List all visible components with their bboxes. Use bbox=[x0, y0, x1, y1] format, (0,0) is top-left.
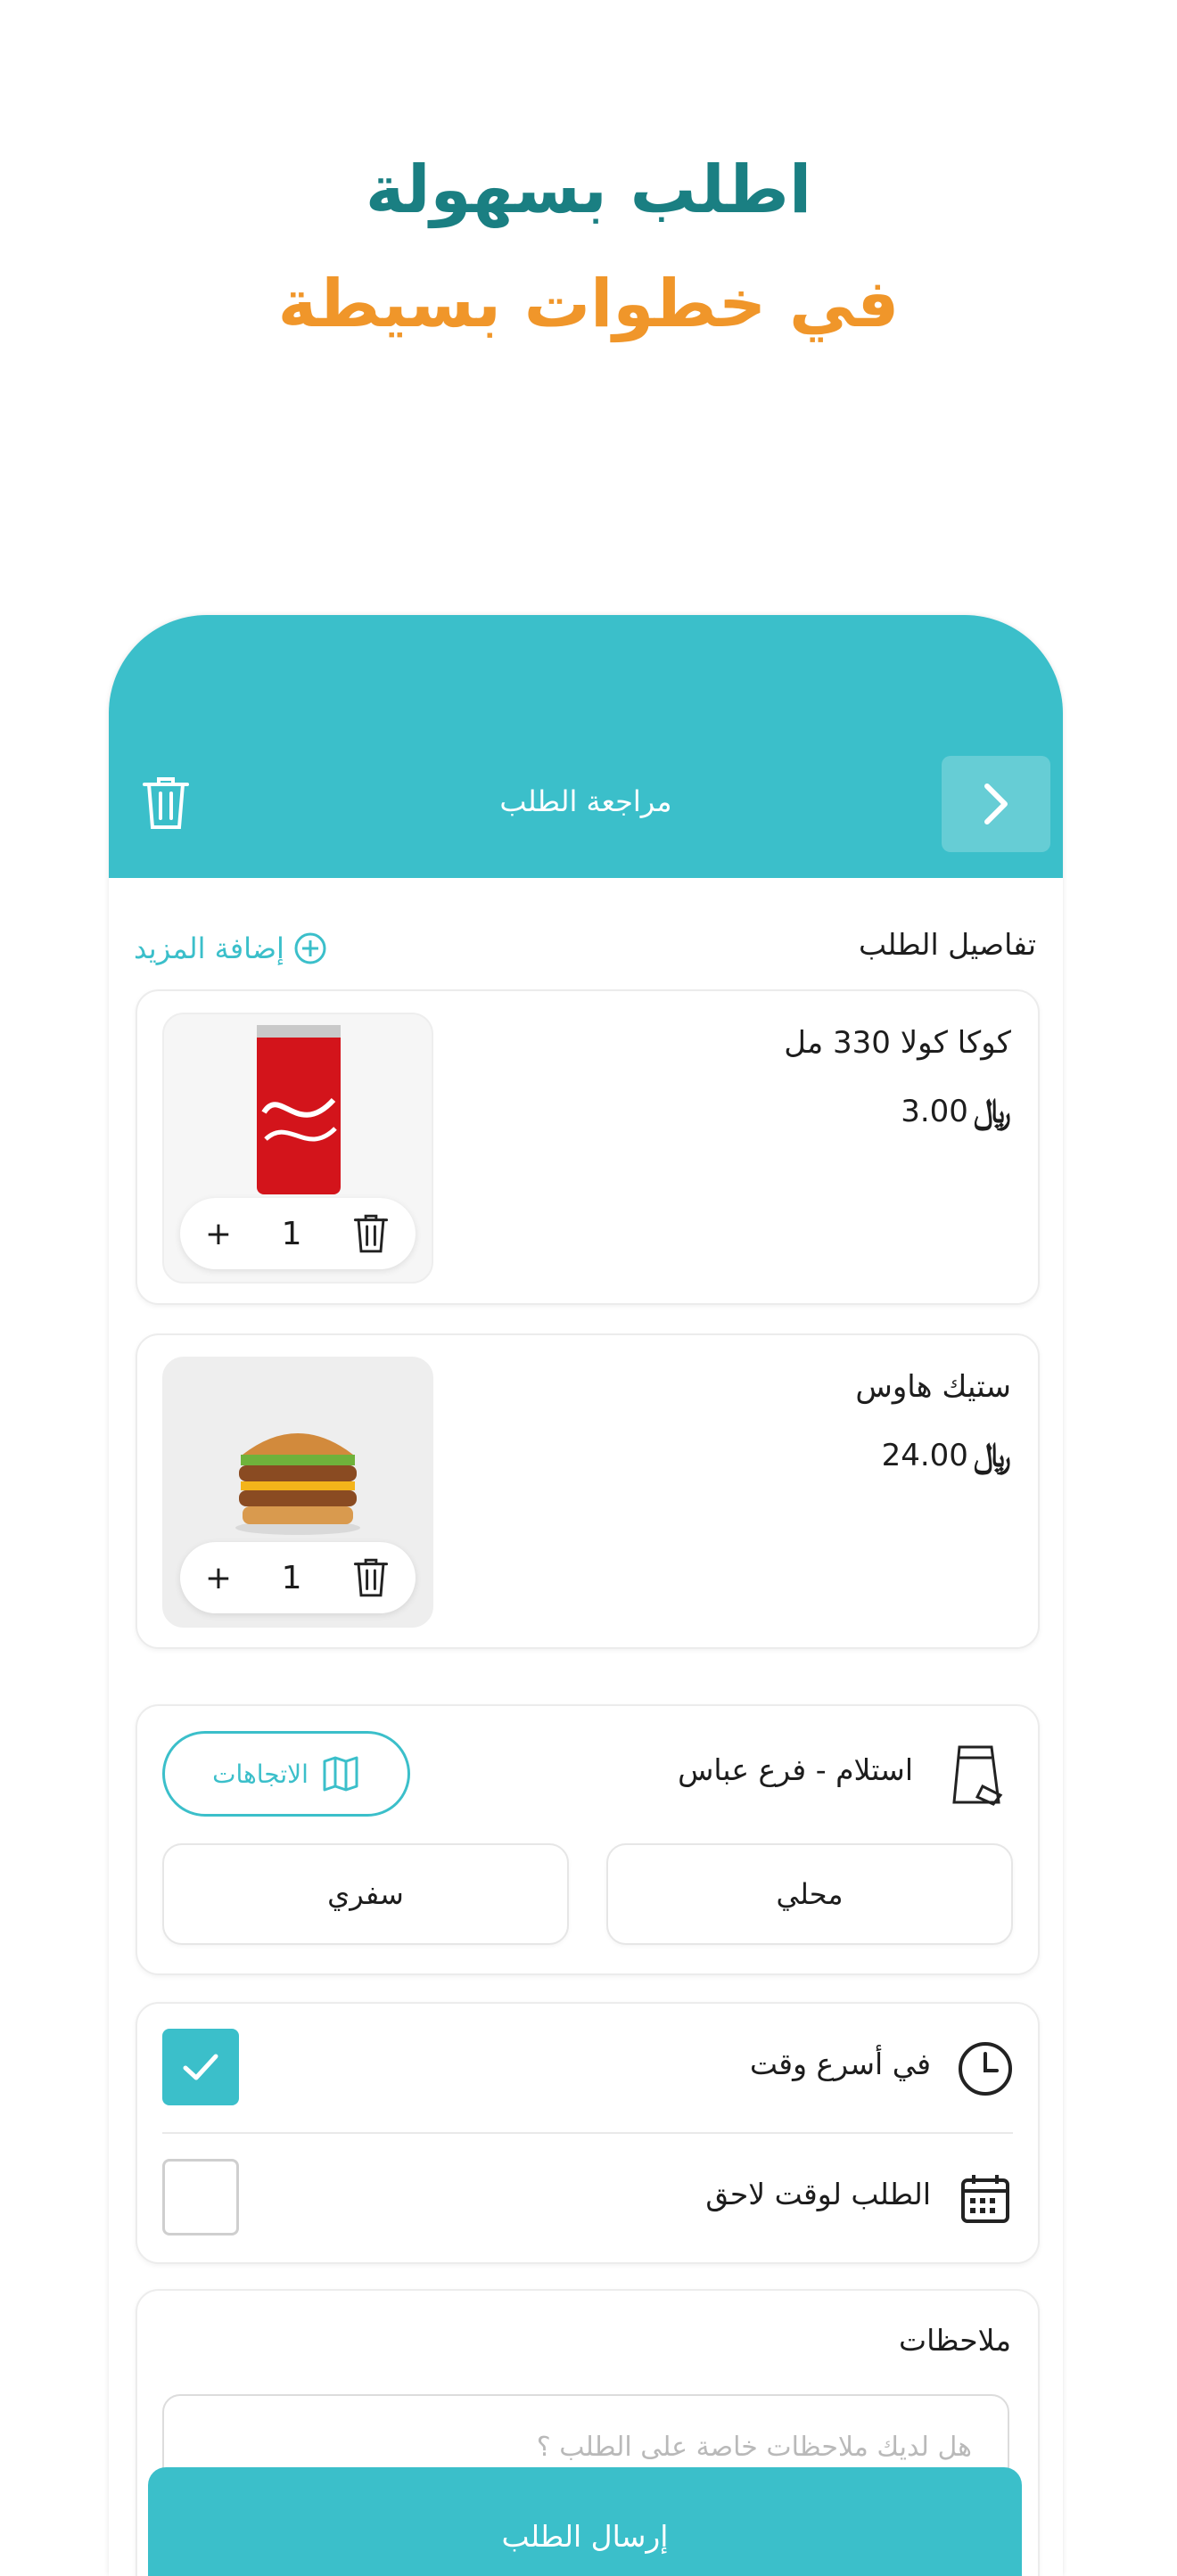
schedule-later-label: الطلب لوقت لاحق bbox=[705, 2177, 931, 2211]
trash-icon bbox=[143, 777, 189, 829]
directions-label: الاتجاهات bbox=[212, 1759, 309, 1789]
cart-item-card: + 1 كوكا كولا 330 مل 3.00 ﷼ bbox=[136, 989, 1040, 1305]
page-title: مراجعة الطلب bbox=[499, 784, 672, 818]
quantity-stepper: + 1 bbox=[180, 1198, 416, 1269]
item-price: 24.00 ﷼ bbox=[882, 1435, 1011, 1475]
submit-label: إرسال الطلب bbox=[501, 2519, 669, 2554]
add-more-button[interactable]: إضافة المزيد bbox=[134, 931, 327, 965]
increase-button[interactable]: + bbox=[205, 1216, 232, 1252]
item-image-coke: + 1 bbox=[162, 1013, 433, 1284]
order-details-title: تفاصيل الطلب bbox=[858, 927, 1036, 962]
phone-screen: مراجعة الطلب تفاصيل الطلب إضافة المزيد +… bbox=[109, 615, 1063, 2576]
check-icon bbox=[183, 2054, 218, 2080]
item-price: 3.00 ﷼ bbox=[901, 1091, 1011, 1131]
riyal-currency-icon: ﷼ bbox=[973, 1091, 1011, 1130]
pickup-branch-label: استلام - فرع عباس bbox=[678, 1752, 913, 1787]
clear-order-button[interactable] bbox=[139, 774, 193, 833]
promo-headline-line1: اطلب بسهولة bbox=[365, 152, 812, 228]
trash-icon bbox=[354, 1558, 389, 1597]
calendar-icon bbox=[961, 2175, 1009, 2223]
item-name: ستيك هاوس bbox=[855, 1369, 1011, 1405]
price-value: 3.00 bbox=[901, 1093, 968, 1129]
schedule-later-checkbox[interactable] bbox=[162, 2159, 239, 2236]
timing-card: في أسرع وقت الطلب لوقت لاحق bbox=[136, 2002, 1040, 2264]
pickup-card: استلام - فرع عباس الاتجاهات محلي سفري bbox=[136, 1704, 1040, 1975]
app-bar: مراجعة الطلب bbox=[109, 615, 1063, 878]
asap-option[interactable]: في أسرع وقت bbox=[137, 2004, 1038, 2132]
price-value: 24.00 bbox=[881, 1437, 968, 1473]
submit-order-button[interactable]: إرسال الطلب bbox=[148, 2467, 1022, 2576]
item-image-burger: + 1 bbox=[162, 1357, 433, 1628]
increase-button[interactable]: + bbox=[205, 1560, 232, 1596]
dine-in-option[interactable]: محلي bbox=[606, 1843, 1013, 1945]
trash-icon bbox=[354, 1214, 389, 1253]
map-icon bbox=[323, 1756, 358, 1792]
quantity-stepper: + 1 bbox=[180, 1542, 416, 1613]
add-more-label: إضافة المزيد bbox=[134, 931, 284, 965]
schedule-later-option[interactable]: الطلب لوقت لاحق bbox=[137, 2134, 1038, 2262]
promo-headline-line2: في خطوات بسيطة bbox=[277, 266, 900, 342]
notes-title: ملاحظات bbox=[899, 2323, 1011, 2358]
cart-item-card: + 1 ستيك هاوس 24.00 ﷼ bbox=[136, 1333, 1040, 1649]
plus-circle-icon bbox=[294, 932, 326, 964]
quantity-value: 1 bbox=[281, 1559, 302, 1596]
riyal-currency-icon: ﷼ bbox=[973, 1435, 1011, 1474]
directions-button[interactable]: الاتجاهات bbox=[162, 1731, 410, 1817]
quantity-value: 1 bbox=[281, 1215, 302, 1252]
remove-item-button[interactable] bbox=[351, 1555, 391, 1600]
item-name: كوكا كولا 330 مل bbox=[784, 1025, 1011, 1061]
clock-icon bbox=[959, 2042, 1012, 2096]
takeaway-option[interactable]: سفري bbox=[162, 1843, 569, 1945]
shopping-bag-icon bbox=[952, 1745, 1003, 1806]
remove-item-button[interactable] bbox=[351, 1211, 391, 1256]
asap-checkbox[interactable] bbox=[162, 2029, 239, 2105]
asap-label: في أسرع وقت bbox=[749, 2047, 931, 2081]
